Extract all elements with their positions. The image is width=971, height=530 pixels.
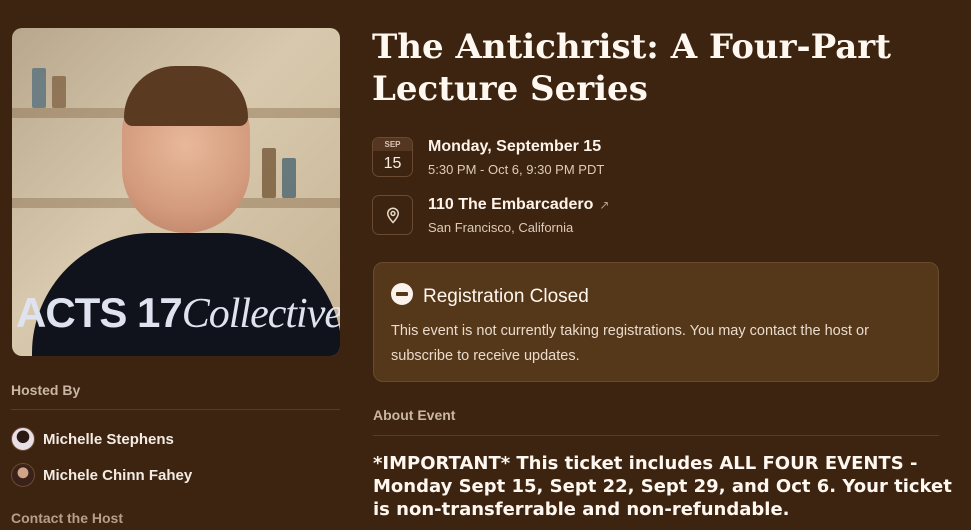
event-date-row: SEP 15 Monday, September 15 5:30 PM - Oc… <box>372 137 604 181</box>
book <box>262 148 276 198</box>
logo-script-text: Collective <box>181 291 340 337</box>
divider <box>373 435 939 436</box>
registration-title: Registration Closed <box>423 285 589 307</box>
logo-main-text: ACTS 17 <box>16 289 183 336</box>
host-name: Michelle Stephens <box>43 430 174 448</box>
book <box>282 158 296 198</box>
calendar-icon: SEP 15 <box>372 137 413 177</box>
location-city: San Francisco, California <box>428 220 574 235</box>
external-link-icon: ↗ <box>599 198 610 212</box>
map-pin-icon <box>372 195 413 235</box>
person-hair <box>124 66 248 126</box>
contact-host-link[interactable]: Contact the Host <box>11 510 123 526</box>
divider <box>11 409 340 410</box>
location-address-text: 110 The Embarcadero <box>428 196 594 213</box>
event-title: The Antichrist: A Four-Part Lecture Seri… <box>372 27 891 109</box>
registration-message: This event is not currently taking regis… <box>391 323 869 364</box>
registration-status-card: Registration Closed This event is not cu… <box>373 262 939 382</box>
book <box>52 76 66 108</box>
host-item[interactable]: Michelle Stephens <box>11 427 174 451</box>
host-item[interactable]: Michele Chinn Fahey <box>11 463 192 487</box>
about-event-label: About Event <box>373 407 456 423</box>
date-badge-day: 15 <box>383 155 402 172</box>
avatar <box>11 427 35 451</box>
date-badge-month: SEP <box>373 138 412 151</box>
event-location-row[interactable]: 110 The Embarcadero ↗ San Francisco, Cali… <box>372 195 609 239</box>
event-date: Monday, September 15 <box>428 138 602 155</box>
event-time-range: 5:30 PM - Oct 6, 9:30 PM PDT <box>428 162 605 177</box>
book <box>32 68 46 108</box>
host-name: Michele Chinn Fahey <box>43 466 193 484</box>
acts17-logo: ACTS 17Collective <box>16 289 340 338</box>
hosted-by-label: Hosted By <box>11 382 81 398</box>
event-cover-image: ACTS 17Collective <box>12 28 340 356</box>
location-address[interactable]: 110 The Embarcadero ↗ <box>428 195 609 215</box>
avatar <box>11 463 35 487</box>
no-entry-icon <box>391 283 413 310</box>
about-event-important-text: *IMPORTANT* This ticket includes ALL FOU… <box>373 453 952 520</box>
